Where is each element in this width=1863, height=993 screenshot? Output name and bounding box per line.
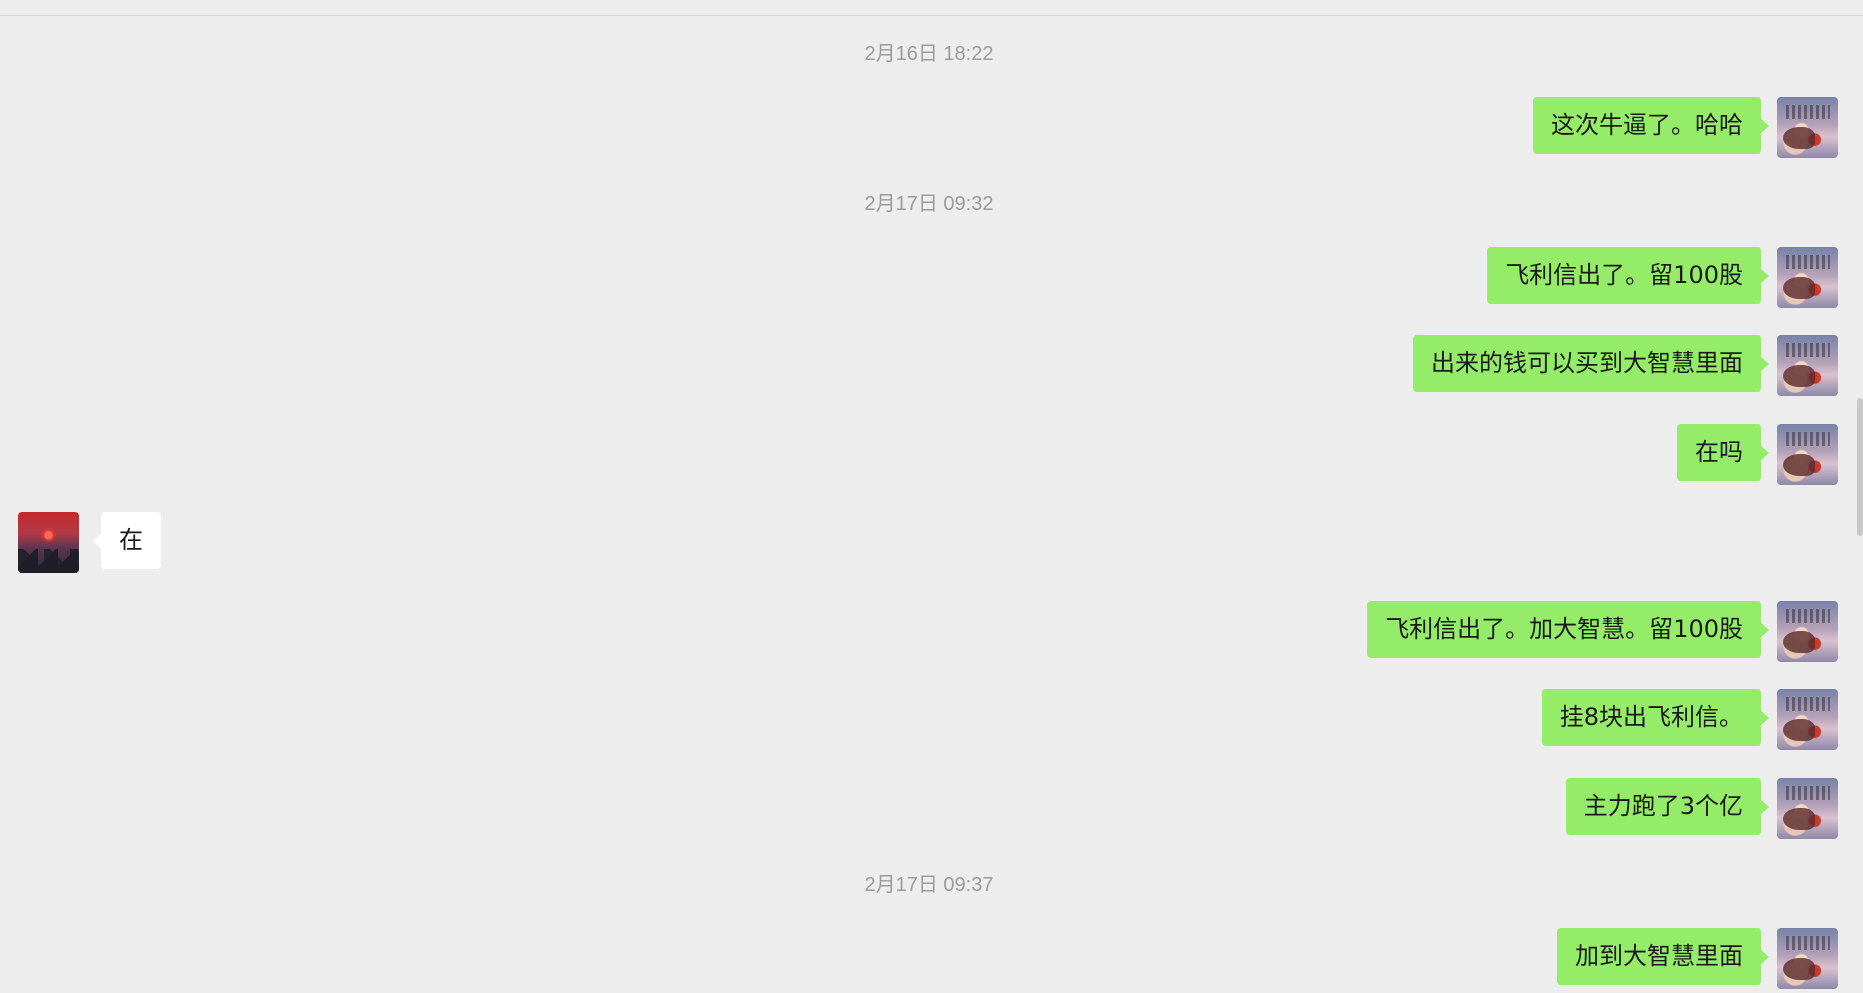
message-bubble-self[interactable]: 这次牛逼了。哈哈 xyxy=(1533,97,1769,154)
self-avatar[interactable] xyxy=(1777,601,1838,662)
message-bubble-self[interactable]: 挂8块出飞利信。 xyxy=(1541,689,1770,746)
timestamp: 2月16日 18:22 xyxy=(864,43,994,65)
message-bubble-self[interactable]: 出来的钱可以买到大智慧里面 xyxy=(1413,335,1769,392)
timestamp: 2月17日 09:37 xyxy=(864,874,994,896)
self-avatar[interactable] xyxy=(1777,97,1838,158)
message-row: 飞利信出了。留100股 xyxy=(0,247,1863,308)
message-row: 飞利信出了。加大智慧。留100股 xyxy=(0,601,1863,662)
message-bubble-self[interactable]: 在吗 xyxy=(1677,424,1769,481)
message-row: 挂8块出飞利信。 xyxy=(0,689,1863,750)
scrollbar-thumb[interactable] xyxy=(1857,398,1863,536)
message-bubble-self[interactable]: 飞利信出了。留100股 xyxy=(1487,247,1769,304)
message-row: 这次牛逼了。哈哈 xyxy=(0,97,1863,158)
message-row: 出来的钱可以买到大智慧里面 xyxy=(0,335,1863,396)
contact-avatar[interactable] xyxy=(18,512,79,573)
message-bubble-other[interactable]: 在 xyxy=(93,512,161,569)
chat-window: 2月16日 18:22 这次牛逼了。哈哈 2月17日 09:32 飞利信出了。留… xyxy=(0,0,1863,993)
message-bubble-self[interactable]: 飞利信出了。加大智慧。留100股 xyxy=(1367,601,1769,658)
message-bubble-self[interactable]: 主力跑了3个亿 xyxy=(1565,778,1770,835)
message-row: 在 xyxy=(0,512,1863,573)
self-avatar[interactable] xyxy=(1777,689,1838,750)
self-avatar[interactable] xyxy=(1777,928,1838,989)
chat-top-divider xyxy=(0,0,1863,16)
message-row: 在吗 xyxy=(0,424,1863,485)
self-avatar[interactable] xyxy=(1777,335,1838,396)
self-avatar[interactable] xyxy=(1777,778,1838,839)
self-avatar[interactable] xyxy=(1777,247,1838,308)
message-bubble-self[interactable]: 加到大智慧里面 xyxy=(1557,928,1769,985)
message-row: 主力跑了3个亿 xyxy=(0,778,1863,839)
self-avatar[interactable] xyxy=(1777,424,1838,485)
timestamp: 2月17日 09:32 xyxy=(864,193,994,215)
message-row: 加到大智慧里面 xyxy=(0,928,1863,989)
